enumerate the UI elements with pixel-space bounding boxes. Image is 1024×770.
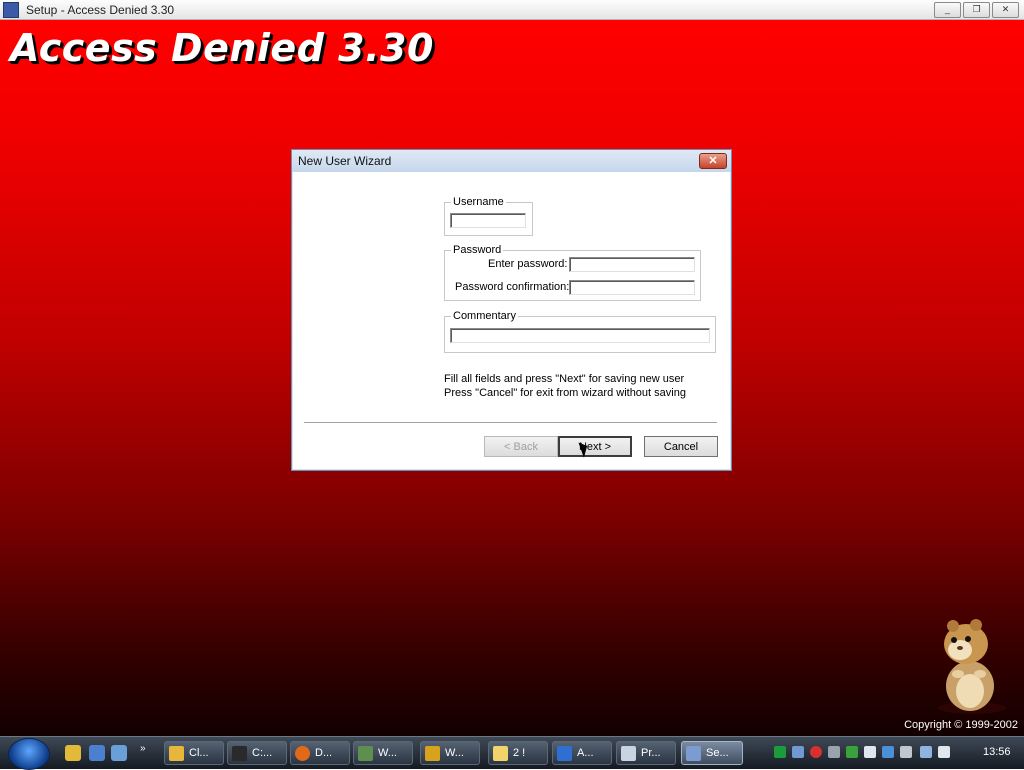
app-a-icon: [557, 746, 572, 761]
chrome-icon: [169, 746, 184, 761]
7zip-icon: [232, 746, 247, 761]
instructions-text: Fill all fields and press "Next" for sav…: [444, 372, 686, 400]
taskbar-item-a[interactable]: A...: [552, 741, 612, 765]
instructions-line-1: Fill all fields and press "Next" for sav…: [444, 373, 685, 385]
password-confirmation-label: Password confirmation:: [455, 281, 570, 293]
copyright-text: Copyright © 1999-2002: [904, 719, 1018, 731]
minimize-button[interactable]: _: [934, 2, 961, 18]
tray-window-icon[interactable]: [864, 746, 876, 758]
taskbar-item-setup[interactable]: Se...: [681, 741, 743, 765]
window-icon: [621, 746, 636, 761]
setup-app-icon: [3, 2, 19, 18]
taskbar-item-w1[interactable]: W...: [353, 741, 413, 765]
hamster-mascot-image: [938, 619, 1006, 714]
folder-icon: [493, 746, 508, 761]
dialog-title: New User Wizard: [298, 154, 392, 168]
app-heading: Access Denied 3.30: [10, 26, 434, 70]
clock[interactable]: 13:56: [983, 746, 1011, 758]
taskbar-item-chrome[interactable]: Cl...: [164, 741, 224, 765]
tray-shield-icon[interactable]: [846, 746, 858, 758]
dialog-separator: [304, 422, 717, 424]
window-title: Setup - Access Denied 3.30: [26, 3, 175, 17]
taskbar-item-7zip[interactable]: C:...: [227, 741, 287, 765]
restore-button[interactable]: ❐: [963, 2, 990, 18]
tray-green-icon[interactable]: [774, 746, 786, 758]
dialog-titlebar: New User Wizard ✕: [292, 150, 731, 172]
back-button[interactable]: < Back: [484, 436, 558, 457]
username-group: Username: [444, 196, 533, 236]
media-player-icon: [425, 746, 440, 761]
taskbar-item-group[interactable]: 2 !: [488, 741, 548, 765]
tray-network-status-icon[interactable]: [920, 746, 932, 758]
switch-windows-quicklaunch-icon[interactable]: [111, 745, 127, 761]
password-confirmation-input[interactable]: [569, 280, 695, 295]
chrome-quicklaunch-icon[interactable]: [65, 745, 81, 761]
tray-update-icon[interactable]: [882, 746, 894, 758]
taskbar: » Cl... C:... D... W... W... 2 ! A... Pr…: [0, 736, 1024, 770]
new-user-wizard-dialog: New User Wizard ✕ Username Password Ente…: [291, 149, 732, 471]
start-button[interactable]: [8, 738, 50, 770]
close-button[interactable]: ✕: [992, 2, 1019, 18]
desktop-quicklaunch-icon[interactable]: [89, 745, 105, 761]
window-titlebar: Setup - Access Denied 3.30 _ ❐ ✕: [0, 0, 1024, 20]
username-input[interactable]: [450, 213, 526, 228]
tray-tools-icon[interactable]: [828, 746, 840, 758]
tray-display-icon[interactable]: [900, 746, 912, 758]
password-group-label: Password: [451, 244, 504, 256]
tray-network-icon[interactable]: [792, 746, 804, 758]
enter-password-input[interactable]: [569, 257, 695, 272]
monitor-icon: [358, 746, 373, 761]
tray-volume-icon[interactable]: [938, 746, 950, 758]
cancel-button[interactable]: Cancel: [644, 436, 718, 457]
dialog-close-button[interactable]: ✕: [699, 153, 727, 169]
taskbar-item-pr[interactable]: Pr...: [616, 741, 676, 765]
commentary-input[interactable]: [450, 328, 710, 343]
commentary-group-label: Commentary: [451, 310, 518, 322]
tray-blocked-icon[interactable]: [810, 746, 822, 758]
instructions-line-2: Press "Cancel" for exit from wizard with…: [444, 387, 686, 399]
taskbar-item-w2[interactable]: W...: [420, 741, 480, 765]
firefox-icon: [295, 746, 310, 761]
taskbar-item-firefox[interactable]: D...: [290, 741, 350, 765]
commentary-group: Commentary: [444, 310, 716, 353]
quicklaunch-more-icon[interactable]: »: [140, 743, 150, 754]
password-group: Password Enter password: Password confir…: [444, 244, 701, 301]
next-button[interactable]: Next >: [558, 436, 632, 457]
setup-icon: [686, 746, 701, 761]
enter-password-label: Enter password:: [488, 258, 568, 270]
username-group-label: Username: [451, 196, 506, 208]
